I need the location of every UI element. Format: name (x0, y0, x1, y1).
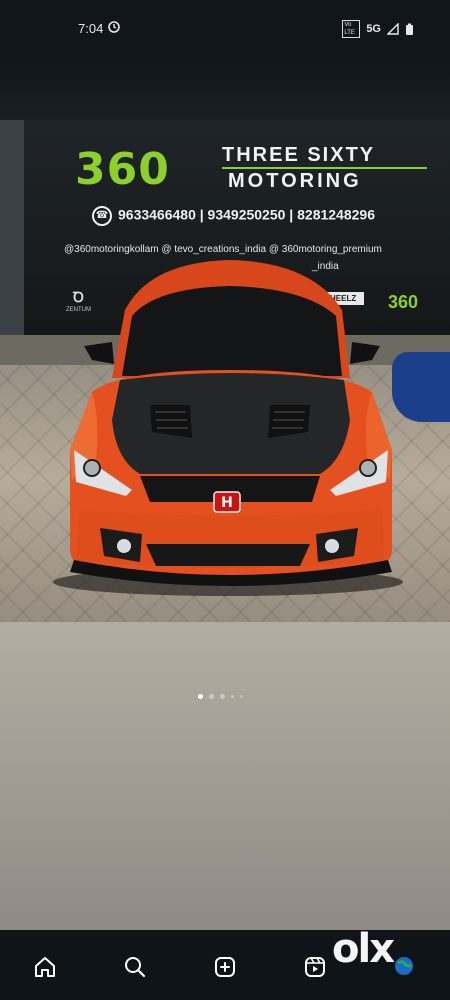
olx-logo: olx (332, 926, 395, 972)
carousel-dot (209, 694, 214, 699)
home-icon (35, 957, 55, 977)
sync-icon (108, 21, 120, 33)
nav-create[interactable] (202, 944, 248, 990)
carousel-dot (231, 695, 234, 698)
status-bar: 7:04 Vo LTE 5G (0, 0, 450, 58)
post-photo[interactable]: 360 THREE SIXTY MOTORING ☎ 9633466480 | 9… (0, 120, 450, 622)
carousel-dot (240, 695, 243, 698)
nav-search[interactable] (112, 944, 158, 990)
volte-badge: Vo LTE (342, 20, 361, 38)
signal-icon (387, 23, 399, 35)
top-spacer (0, 58, 450, 120)
search-icon (125, 957, 146, 978)
red-sedan-image: H (53, 260, 403, 596)
nav-home[interactable] (22, 944, 68, 990)
carousel-dot (220, 694, 225, 699)
plus-square-icon (215, 957, 235, 977)
carousel-indicator (198, 694, 243, 699)
status-time: 7:04 (78, 21, 104, 36)
reels-icon (305, 957, 325, 977)
olx-watermark: olx (332, 926, 424, 980)
svg-text:H: H (221, 495, 233, 511)
carousel-dot-active (198, 694, 203, 699)
globe-icon (395, 957, 413, 975)
post-caption-area (0, 622, 450, 930)
battery-icon (406, 23, 413, 35)
network-label: 5G (366, 23, 381, 35)
status-icons: Vo LTE 5G (342, 20, 414, 38)
